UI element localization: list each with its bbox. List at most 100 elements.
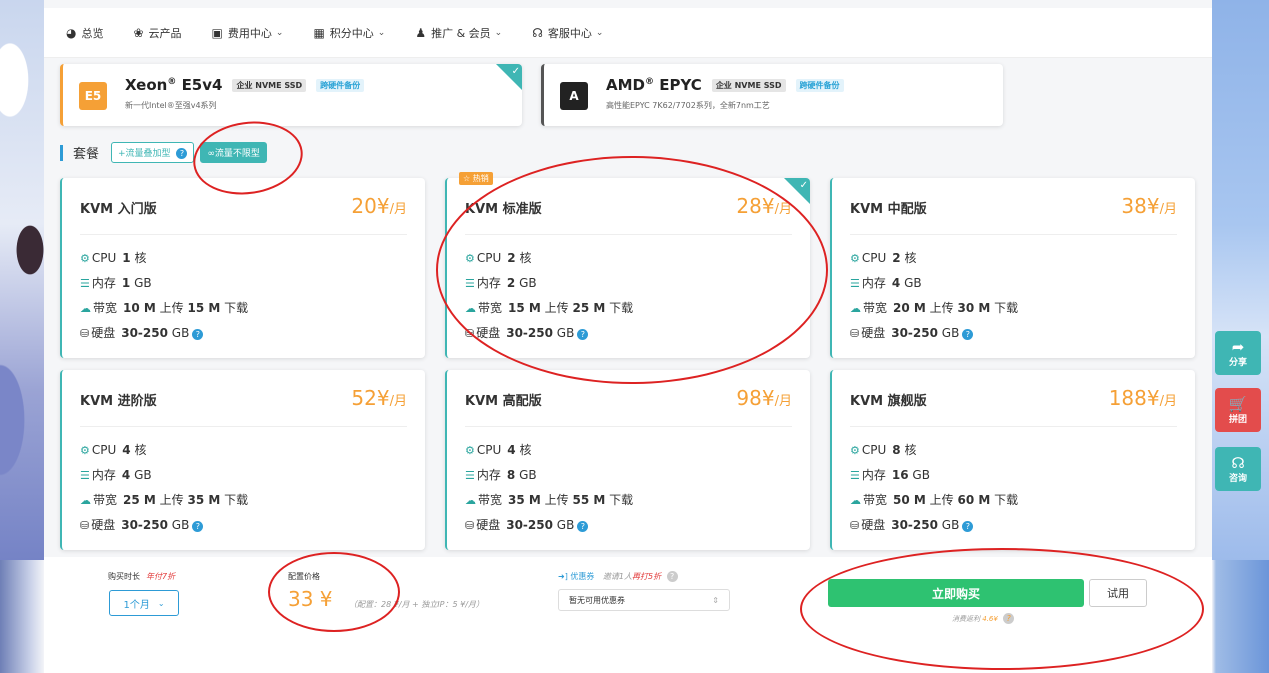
help-icon: ? <box>176 148 188 159</box>
plan-name: KVM 旗舰版 <box>850 394 927 409</box>
coupon-icon: ➜] <box>558 572 568 581</box>
side-action-2[interactable]: ☊ 咨询 <box>1215 447 1261 491</box>
plan-type-traffic-addon[interactable]: +流量叠加型 ? <box>111 142 195 163</box>
background-art-left <box>0 0 44 560</box>
side-action-label: 咨询 <box>1228 473 1247 484</box>
rebate-info: 消费返利 4.6¥ ? <box>952 613 1015 624</box>
selected-check-icon: ✓ <box>496 64 522 90</box>
cpu-subtitle: 新一代Intel®至强v4系列 <box>125 101 217 110</box>
nav-label: 费用中心 <box>227 26 272 40</box>
nav-label: 总览 <box>81 26 104 40</box>
bandwidth-icon: ☁ <box>465 302 476 315</box>
cpu-option-xeon[interactable]: E5 Xeon® E5v4 企业 NVME SSD 跨硬件备份 新一代Intel… <box>60 64 522 126</box>
disk-icon: ⛁ <box>465 327 475 340</box>
bandwidth-icon: ☁ <box>80 302 91 315</box>
help-icon[interactable]: ? <box>192 329 204 340</box>
plan-card-5[interactable]: KVM 旗舰版 188¥/月 ⚙ CPU 8 核 ☰ 内存 16 GB ☁ 带宽 50 M 上传 6… <box>830 370 1195 550</box>
e5-badge: E5 <box>79 82 107 110</box>
help-icon[interactable]: ? <box>577 329 589 340</box>
side-action-label: 拼团 <box>1228 414 1247 425</box>
plan-type-row: 套餐 +流量叠加型 ? ∞流量不限型 <box>60 142 273 163</box>
coupon-select[interactable]: 暂无可用优惠券 ⇕ <box>558 589 730 611</box>
divider <box>850 234 1177 235</box>
nav-item-1[interactable]: ❀ 云产品 <box>133 25 181 41</box>
divider <box>80 426 407 427</box>
disk-icon: ⛁ <box>80 327 90 340</box>
plan-price: 38¥/月 <box>1121 194 1177 218</box>
side-action-label: 分享 <box>1228 357 1247 368</box>
divider <box>465 234 792 235</box>
disk-icon: ⛁ <box>80 519 90 532</box>
plan-card-0[interactable]: KVM 入门版 20¥/月 ⚙ CPU 1 核 ☰ 内存 1 GB ☁ 带宽 10 M 上传 15 … <box>60 178 425 358</box>
plan-card-1[interactable]: ☆ 热销 KVM 标准版 28¥/月 ⚙ CPU 2 核 ☰ 内存 2 GB ☁ 带宽 15 M 上传… <box>445 172 810 358</box>
help-icon[interactable]: ? <box>962 329 974 340</box>
divider <box>80 234 407 235</box>
chevron-down-icon: ⌄ <box>595 27 604 38</box>
coupon-label: ➜] 优惠券 邀请1人再打5折 ? <box>558 571 678 582</box>
amd-badge: A <box>560 82 588 110</box>
nav-label: 客服中心 <box>547 26 592 40</box>
bandwidth-icon: ☁ <box>850 302 861 315</box>
duration-label: 购买时长 年付7折 <box>108 572 176 581</box>
side-action-1[interactable]: 🛒 拼团 <box>1215 388 1261 432</box>
nav-item-3[interactable]: ▦ 积分中心 ⌄ <box>313 25 385 41</box>
top-nav: ◕ 总览 ❀ 云产品 ▣ 费用中心 ⌄ ▦ 积分中心 ⌄ ♟ 推广 & 会员 ⌄ ☊ 客服中心 ⌄ <box>44 8 1212 58</box>
plan-card-4[interactable]: KVM 高配版 98¥/月 ⚙ CPU 4 核 ☰ 内存 8 GB ☁ 带宽 35 M 上传 55 … <box>445 370 810 550</box>
plan-type-unlimited[interactable]: ∞流量不限型 <box>200 142 267 163</box>
nav-item-5[interactable]: ☊ 客服中心 ⌄ <box>532 25 603 41</box>
plan-specs: ⚙ CPU 8 核 ☰ 内存 16 GB ☁ 带宽 50 M 上传 60 M 下载 ⛁ 硬盘 30-2… <box>850 443 1019 532</box>
price-breakdown: （配置：28 ¥/月 + 独立IP：5 ¥/月） <box>349 600 484 609</box>
help-icon[interactable]: ? <box>192 521 204 532</box>
divider <box>465 426 792 427</box>
cart-icon: 🛒 <box>1228 394 1248 413</box>
section-marker <box>60 144 63 161</box>
config-price: 33 ¥ <box>288 587 333 611</box>
users-icon: ♟ <box>415 25 427 40</box>
chevron-down-icon: ⌄ <box>494 27 503 38</box>
tag-backup: 跨硬件备份 <box>795 78 844 92</box>
plan-price: 98¥/月 <box>736 386 792 410</box>
nav-label: 云产品 <box>148 26 182 40</box>
duration-select[interactable]: 1个月 ⌄ <box>109 590 179 616</box>
bandwidth-icon: ☁ <box>465 494 476 507</box>
tag-backup: 跨硬件备份 <box>316 78 365 92</box>
nav-item-2[interactable]: ▣ 费用中心 ⌄ <box>212 25 284 41</box>
headset-icon: ☊ <box>1231 453 1245 472</box>
plan-specs: ⚙ CPU 2 核 ☰ 内存 2 GB ☁ 带宽 15 M 上传 25 M 下载 ⛁ 硬盘 30-25… <box>465 251 634 340</box>
divider <box>850 426 1177 427</box>
memory-icon: ☰ <box>80 469 90 482</box>
headset-icon: ☊ <box>532 25 543 40</box>
plan-name: KVM 标准版 <box>465 202 542 217</box>
plan-price: 52¥/月 <box>351 386 407 410</box>
cpu-title: AMD® EPYC 企业 NVME SSD 跨硬件备份 <box>606 76 844 94</box>
cpu-icon: ⚙ <box>465 252 475 265</box>
nav-label: 积分中心 <box>329 26 374 40</box>
plan-card-3[interactable]: KVM 进阶版 52¥/月 ⚙ CPU 4 核 ☰ 内存 4 GB ☁ 带宽 25 M 上传 35 … <box>60 370 425 550</box>
buy-now-button[interactable]: 立即购买 <box>828 579 1084 607</box>
disk-icon: ⛁ <box>850 327 860 340</box>
side-action-0[interactable]: ➦ 分享 <box>1215 331 1261 375</box>
plan-price: 20¥/月 <box>351 194 407 218</box>
nav-item-0[interactable]: ◕ 总览 <box>66 25 103 41</box>
plan-price: 188¥/月 <box>1108 386 1177 410</box>
memory-icon: ☰ <box>465 469 475 482</box>
memory-icon: ☰ <box>80 277 90 290</box>
trial-button[interactable]: 试用 <box>1089 579 1147 607</box>
chevron-down-icon: ⌄ <box>377 27 386 38</box>
cpu-option-amd[interactable]: A AMD® EPYC 企业 NVME SSD 跨硬件备份 高性能EPYC 7K… <box>541 64 1003 126</box>
share-icon: ➦ <box>1231 337 1245 356</box>
help-icon[interactable]: ? <box>962 521 974 532</box>
nav-item-4[interactable]: ♟ 推广 & 会员 ⌄ <box>415 25 502 41</box>
plan-name: KVM 入门版 <box>80 202 157 217</box>
plan-card-2[interactable]: KVM 中配版 38¥/月 ⚙ CPU 2 核 ☰ 内存 4 GB ☁ 带宽 20 M 上传 30 … <box>830 178 1195 358</box>
plan-name: KVM 高配版 <box>465 394 542 409</box>
plan-specs: ⚙ CPU 4 核 ☰ 内存 4 GB ☁ 带宽 25 M 上传 35 M 下载 ⛁ 硬盘 30-25… <box>80 443 249 532</box>
selected-check-icon: ✓ <box>784 178 810 204</box>
cloud-products-icon: ❀ <box>133 25 144 40</box>
help-icon[interactable]: ? <box>577 521 589 532</box>
bandwidth-icon: ☁ <box>850 494 861 507</box>
cpu-icon: ⚙ <box>80 444 90 457</box>
plan-name: KVM 中配版 <box>850 202 927 217</box>
disk-icon: ⛁ <box>850 519 860 532</box>
cpu-icon: ⚙ <box>465 444 475 457</box>
